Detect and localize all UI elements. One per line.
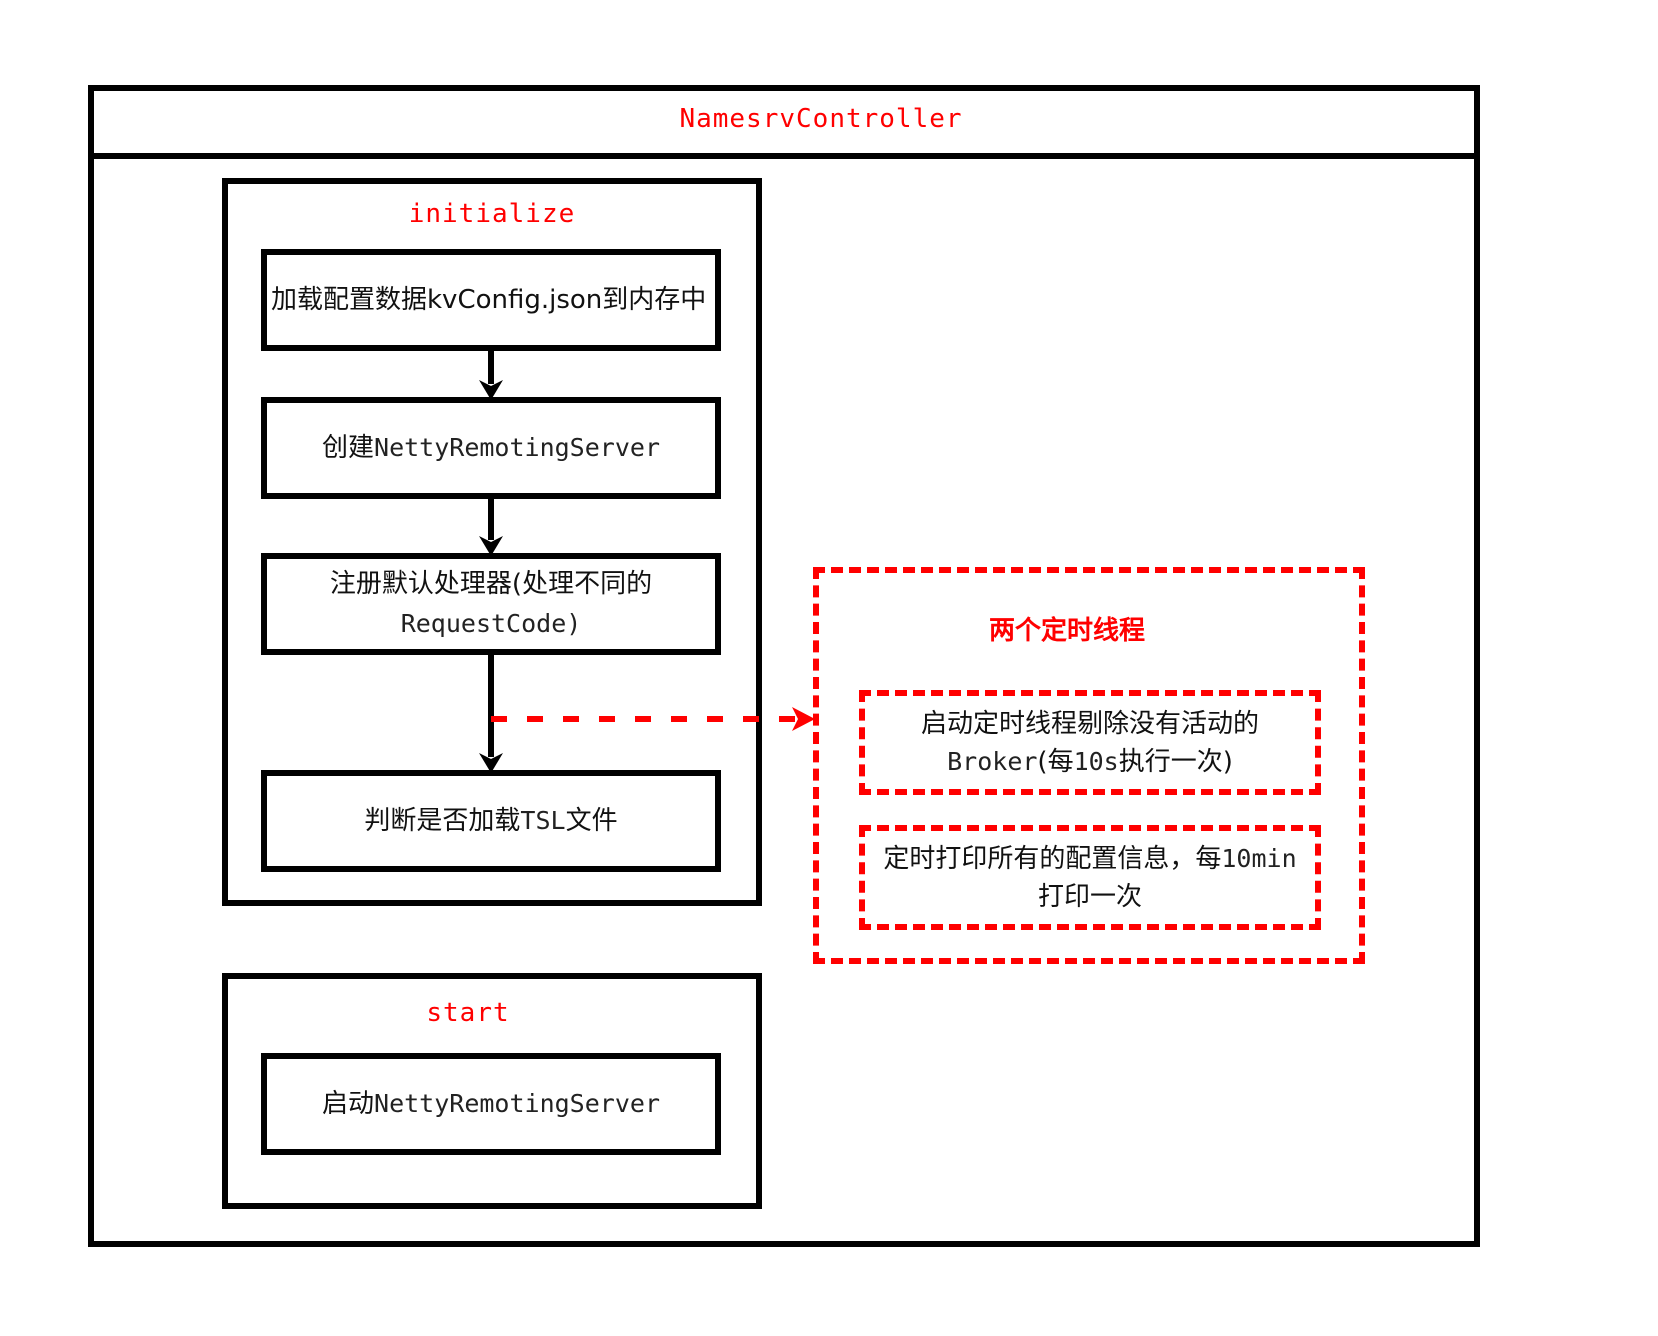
dashed-arrow-to-timers (491, 707, 815, 731)
arrow-register-to-check (479, 655, 503, 773)
arrows-layer (479, 351, 815, 773)
arrow-create-to-register (479, 499, 503, 556)
arrow-load-to-create (479, 351, 503, 400)
